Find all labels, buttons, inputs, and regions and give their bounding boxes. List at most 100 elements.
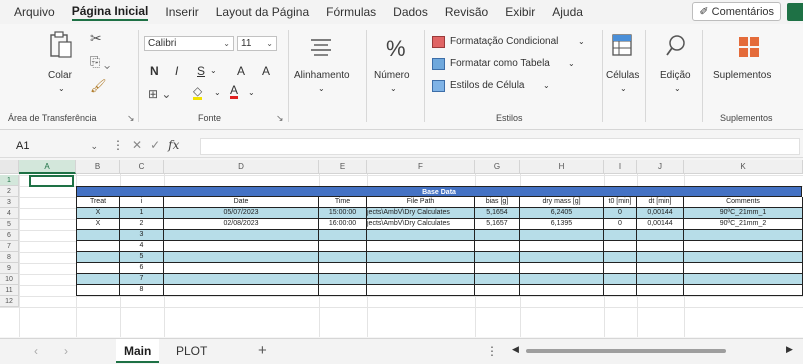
- table-cell[interactable]: 6: [120, 263, 164, 274]
- table-cell[interactable]: [637, 263, 684, 274]
- name-box[interactable]: A1 ⌄: [10, 138, 102, 155]
- table-cell[interactable]: jects\AmbV\Dry Calculates: [367, 208, 475, 219]
- bold-button[interactable]: N: [150, 64, 159, 78]
- table-cell[interactable]: [520, 241, 604, 252]
- table-cell[interactable]: [76, 252, 120, 263]
- table-cell[interactable]: [319, 263, 367, 274]
- paste-dropdown-icon[interactable]: ⌄: [58, 84, 65, 93]
- format-painter-icon[interactable]: 🖌: [90, 78, 107, 94]
- row-header-10[interactable]: 10: [0, 274, 19, 285]
- table-cell[interactable]: [367, 285, 475, 296]
- fill-color-dropdown-icon[interactable]: ⌄: [214, 88, 221, 97]
- table-cell[interactable]: [164, 274, 319, 285]
- column-header-a[interactable]: A: [19, 160, 76, 174]
- table-cell[interactable]: 16:00:00: [319, 219, 367, 230]
- column-header-h[interactable]: H: [520, 160, 604, 174]
- number-dropdown-icon[interactable]: ⌄: [390, 84, 397, 93]
- scroll-thumb[interactable]: [526, 349, 726, 353]
- table-cell[interactable]: [520, 252, 604, 263]
- table-cell[interactable]: [319, 241, 367, 252]
- table-cell[interactable]: [319, 230, 367, 241]
- menu-pagina-inicial[interactable]: Página Inicial: [71, 4, 149, 21]
- italic-button[interactable]: I: [175, 64, 178, 78]
- table-cell[interactable]: 5,1657: [475, 219, 520, 230]
- row-header-9[interactable]: 9: [0, 263, 19, 274]
- cells-icon[interactable]: [612, 34, 632, 61]
- menu-revisao[interactable]: Revisão: [445, 5, 488, 19]
- spreadsheet-grid[interactable]: A B C D E F G H I J K 1 2 3 4 5 6 7 8 9 10 11 12 Base Data Treat…: [0, 160, 803, 337]
- column-header-j[interactable]: J: [637, 160, 684, 174]
- menu-formulas[interactable]: Fórmulas: [326, 5, 376, 19]
- row-header-7[interactable]: 7: [0, 241, 19, 252]
- table-cell[interactable]: [684, 285, 803, 296]
- table-header-cell[interactable]: File Path: [367, 197, 475, 208]
- menu-arquivo[interactable]: Arquivo: [14, 5, 55, 19]
- horizontal-scrollbar[interactable]: ◀ ▶: [504, 344, 794, 356]
- cells-label[interactable]: Células: [606, 70, 639, 81]
- row-header-8[interactable]: 8: [0, 252, 19, 263]
- table-cell[interactable]: 5,1654: [475, 208, 520, 219]
- underline-dropdown-icon[interactable]: ⌄: [210, 66, 217, 75]
- table-cell[interactable]: [76, 241, 120, 252]
- table-cell[interactable]: [684, 263, 803, 274]
- table-cell[interactable]: X: [76, 219, 120, 230]
- table-cell[interactable]: [637, 285, 684, 296]
- table-cell[interactable]: [76, 285, 120, 296]
- paste-label[interactable]: Colar: [48, 70, 72, 81]
- table-header-cell[interactable]: Date: [164, 197, 319, 208]
- table-cell[interactable]: 90ºC_21mm_1: [684, 208, 803, 219]
- addins-label[interactable]: Suplementos: [713, 70, 771, 81]
- row-header-5[interactable]: 5: [0, 219, 19, 230]
- sheet-tab-main[interactable]: Main: [116, 339, 160, 363]
- chevron-down-icon[interactable]: ⌄: [543, 81, 550, 90]
- sheet-tab-plot[interactable]: PLOT: [168, 339, 215, 363]
- percent-icon[interactable]: %: [386, 36, 406, 62]
- row-header-12[interactable]: 12: [0, 296, 19, 307]
- confirm-icon[interactable]: ✓: [150, 138, 160, 152]
- underline-button[interactable]: S: [197, 64, 205, 78]
- format-as-table-button[interactable]: Formatar como Tabela: [450, 58, 550, 69]
- table-cell[interactable]: [684, 252, 803, 263]
- more-sheets-icon[interactable]: ⋮: [486, 344, 498, 358]
- fill-color-icon[interactable]: ◇: [193, 85, 203, 100]
- editing-label[interactable]: Edição: [660, 70, 691, 81]
- table-header-cell[interactable]: dry mass [g]: [520, 197, 604, 208]
- column-header-g[interactable]: G: [475, 160, 520, 174]
- font-color-dropdown-icon[interactable]: ⌄: [248, 88, 255, 97]
- addins-icon[interactable]: [738, 36, 760, 63]
- table-header-cell[interactable]: i: [120, 197, 164, 208]
- font-size-select[interactable]: 11 ⌄: [237, 36, 277, 51]
- table-header-cell[interactable]: dt [min]: [637, 197, 684, 208]
- column-header-c[interactable]: C: [120, 160, 164, 174]
- table-cell[interactable]: [367, 252, 475, 263]
- table-cell[interactable]: [367, 274, 475, 285]
- table-cell[interactable]: [604, 263, 637, 274]
- alignment-label[interactable]: Alinhamento: [294, 70, 350, 81]
- more-options-icon[interactable]: ⋮: [112, 138, 124, 152]
- table-cell[interactable]: [637, 230, 684, 241]
- table-cell[interactable]: [164, 230, 319, 241]
- chevron-down-icon[interactable]: ⌄: [568, 59, 575, 68]
- row-header-1[interactable]: 1: [0, 175, 19, 186]
- table-header-cell[interactable]: t0 [min]: [604, 197, 637, 208]
- comments-button[interactable]: ✐ Comentários: [692, 2, 781, 21]
- table-cell[interactable]: [684, 274, 803, 285]
- table-cell[interactable]: 02/08/2023: [164, 219, 319, 230]
- table-cell[interactable]: [604, 241, 637, 252]
- cut-icon[interactable]: ✂: [90, 30, 102, 47]
- paste-icon[interactable]: [48, 30, 74, 65]
- table-header-cell[interactable]: Time: [319, 197, 367, 208]
- table-cell[interactable]: 0: [604, 208, 637, 219]
- number-label[interactable]: Número: [374, 70, 410, 81]
- table-cell[interactable]: 2: [120, 219, 164, 230]
- table-title[interactable]: Base Data: [76, 186, 802, 197]
- grow-font-button[interactable]: A: [237, 64, 245, 78]
- table-cell[interactable]: 6,2405: [520, 208, 604, 219]
- column-header-d[interactable]: D: [164, 160, 319, 174]
- table-cell[interactable]: [475, 241, 520, 252]
- font-name-select[interactable]: Calibri ⌄: [144, 36, 234, 51]
- table-cell[interactable]: [367, 241, 475, 252]
- row-header-4[interactable]: 4: [0, 208, 19, 219]
- row-header-11[interactable]: 11: [0, 285, 19, 296]
- conditional-formatting-button[interactable]: Formatação Condicional: [450, 36, 558, 47]
